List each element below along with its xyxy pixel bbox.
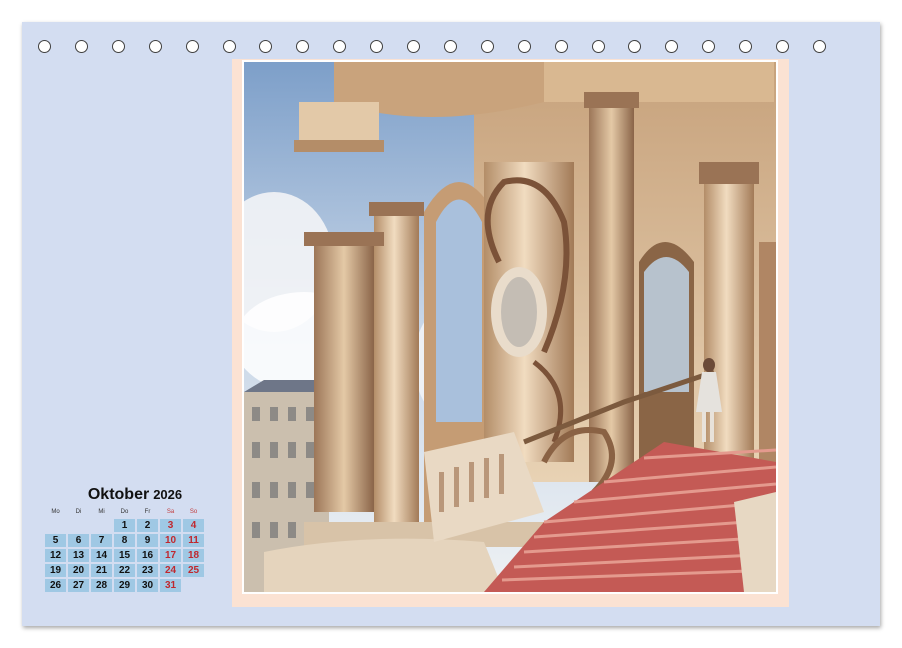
weekday-label: Fr (144, 509, 151, 515)
weekday-label: Di (75, 509, 82, 515)
day-cell: 28 (91, 579, 112, 592)
day-cell: 8 (114, 534, 135, 547)
day-cell: 13 (68, 549, 89, 562)
binding-hole (370, 40, 384, 53)
weekday-label: Sa (166, 509, 175, 515)
weekday-label: Mi (98, 509, 105, 515)
day-cell: 22 (114, 564, 135, 577)
binding-hole (591, 40, 605, 53)
palace-staircase-image (244, 62, 776, 592)
binding-hole (148, 40, 162, 53)
day-cell: 26 (45, 579, 66, 592)
binding-hole (74, 40, 88, 53)
day-cell: 2 (137, 519, 158, 532)
calendar-page: Oktober 2026 Mo Di Mi Do Fr Sa So 1 2 3 4 5 6 7 8 9 10 11 1… (22, 22, 880, 626)
binding-hole (480, 40, 494, 53)
binding-hole (739, 40, 753, 53)
binding-hole (443, 40, 457, 53)
day-cell: 3 (160, 519, 181, 532)
month-calendar: Oktober 2026 Mo Di Mi Do Fr Sa So 1 2 3 4 5 6 7 8 9 10 11 1… (44, 486, 226, 592)
day-cell: 11 (183, 534, 204, 547)
binding-hole (296, 40, 310, 53)
weekday-label: Mo (51, 509, 60, 515)
day-cell: 29 (114, 579, 135, 592)
binding-hole (111, 40, 125, 53)
day-cell: 10 (160, 534, 181, 547)
binding-hole (222, 40, 236, 53)
day-cell: 23 (137, 564, 158, 577)
binding-hole (185, 40, 199, 53)
day-cell: 7 (91, 534, 112, 547)
day-grid: Mo Di Mi Do Fr Sa So 1 2 3 4 5 6 7 8 9 10 11 12 13 14 15 16 17 1… (45, 508, 226, 592)
day-cell: 6 (68, 534, 89, 547)
binding-holes (22, 40, 880, 58)
day-cell: 1 (114, 519, 135, 532)
empty-day-cell (68, 519, 89, 532)
day-cell: 18 (183, 549, 204, 562)
weekday-label: Do (120, 509, 129, 515)
binding-hole (259, 40, 273, 53)
day-cell: 25 (183, 564, 204, 577)
day-cell: 12 (45, 549, 66, 562)
binding-hole (702, 40, 716, 53)
month-name: Oktober (87, 486, 150, 503)
day-cell: 27 (68, 579, 89, 592)
binding-hole (776, 40, 789, 53)
day-cell: 4 (183, 519, 204, 532)
day-cell: 21 (91, 564, 112, 577)
empty-day-cell (45, 519, 66, 532)
empty-day-cell (183, 579, 204, 592)
day-cell: 14 (91, 549, 112, 562)
binding-hole (517, 40, 531, 53)
weekday-label: So (189, 509, 198, 515)
binding-hole (407, 40, 420, 53)
day-cell: 9 (137, 534, 158, 547)
day-cell: 24 (160, 564, 181, 577)
day-cell: 19 (45, 564, 66, 577)
empty-day-cell (91, 519, 112, 532)
binding-hole (333, 40, 347, 53)
day-cell: 5 (45, 534, 66, 547)
binding-hole (554, 40, 568, 53)
binding-hole (665, 40, 679, 53)
binding-hole (812, 40, 826, 53)
day-cell: 30 (137, 579, 158, 592)
day-cell: 15 (114, 549, 135, 562)
day-cell: 16 (137, 549, 158, 562)
year-label: 2026 (153, 487, 183, 502)
calendar-header: Oktober 2026 (44, 486, 226, 504)
day-cell: 20 (68, 564, 89, 577)
binding-hole (628, 40, 642, 53)
day-cell: 17 (160, 549, 181, 562)
binding-hole (38, 40, 51, 53)
day-cell: 31 (160, 579, 181, 592)
